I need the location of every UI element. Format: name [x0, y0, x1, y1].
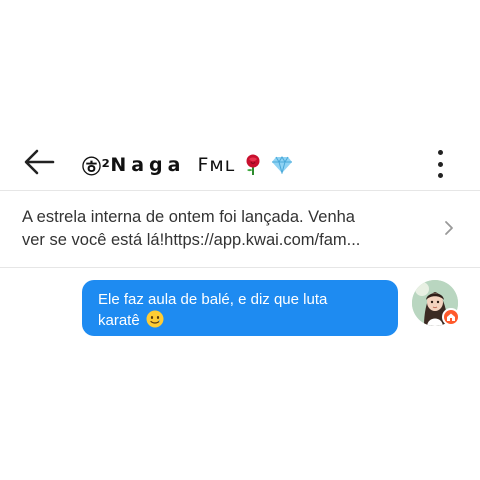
title-tag: Fᴍʟ [197, 154, 236, 176]
title-prefix: ㉭² [82, 155, 111, 178]
message-line-2: karatê [98, 312, 140, 329]
message-bubble[interactable]: Ele faz aula de balé, e diz que luta kar… [82, 280, 398, 336]
smiling-face-with-tear-icon [146, 310, 164, 328]
diamond-icon [272, 156, 293, 174]
header-divider [0, 190, 480, 191]
avatar-badge [442, 308, 460, 326]
vertical-dots-icon [437, 150, 443, 155]
rose-icon [246, 154, 260, 175]
arrow-left-icon [24, 149, 55, 175]
title-name: Naga [110, 154, 186, 176]
chevron-right-icon [445, 221, 453, 235]
chat-header: ㉭² Naga Fᴍʟ [0, 138, 480, 190]
promo-notice[interactable]: A estrela interna de ontem foi lançada. … [0, 192, 480, 266]
notice-line-2: ver se você está lá!https://app.kwai.com… [22, 231, 361, 249]
more-options-button[interactable] [428, 148, 452, 180]
chat-title: ㉭² Naga Fᴍʟ [82, 151, 293, 179]
notice-line-1: A estrela interna de ontem foi lançada. … [22, 208, 355, 226]
message-line-1: Ele faz aula de balé, e diz que luta [98, 291, 328, 308]
message-row: Ele faz aula de balé, e diz que luta kar… [0, 278, 480, 340]
notice-text: A estrela interna de ontem foi lançada. … [22, 206, 422, 252]
notice-divider [0, 267, 480, 268]
back-button[interactable] [22, 148, 56, 176]
home-icon [447, 313, 455, 321]
